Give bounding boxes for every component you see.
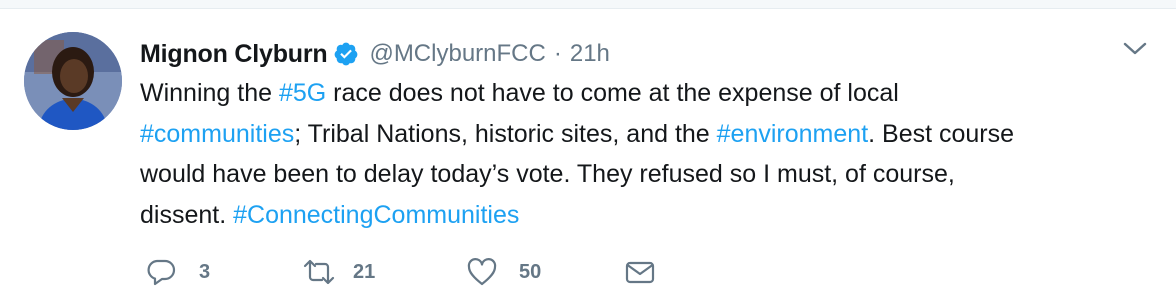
hashtag-link[interactable]: #5G bbox=[279, 79, 326, 107]
envelope-icon bbox=[624, 257, 656, 287]
avatar[interactable] bbox=[24, 32, 122, 130]
retweet-button[interactable]: 21 bbox=[301, 257, 375, 287]
separator-dot: · bbox=[553, 40, 562, 67]
text-fragment: would have been to delay today’s vote. T… bbox=[140, 160, 955, 188]
hashtag-link[interactable]: #communities bbox=[140, 120, 294, 148]
tweet-text-line: dissent. #ConnectingCommunities bbox=[140, 195, 1140, 236]
tweet-text-line: #communities; Tribal Nations, historic s… bbox=[140, 114, 1140, 155]
reply-button[interactable]: 3 bbox=[145, 257, 210, 287]
retweet-icon bbox=[301, 257, 337, 287]
reply-icon bbox=[145, 257, 177, 287]
text-fragment: dissent. bbox=[140, 200, 234, 229]
text-fragment: ; Tribal Nations, historic sites, and th… bbox=[294, 119, 717, 148]
retweet-count: 21 bbox=[353, 260, 376, 283]
reply-count: 3 bbox=[199, 260, 211, 283]
author-name[interactable]: Mignon Clyburn bbox=[140, 40, 328, 69]
author-handle[interactable]: @MClyburnFCC bbox=[369, 40, 545, 68]
verified-badge-icon bbox=[333, 41, 359, 67]
timeline-divider bbox=[0, 0, 1176, 9]
tweet-header: Mignon Clyburn @MClyburnFCC · 21h bbox=[140, 36, 610, 72]
text-fragment: race does not have to come at the expens… bbox=[326, 79, 899, 107]
text-fragment: Winning the bbox=[140, 79, 279, 107]
heart-icon bbox=[466, 257, 498, 287]
like-count: 50 bbox=[519, 260, 542, 283]
chevron-down-icon[interactable] bbox=[1121, 39, 1149, 59]
hashtag-link[interactable]: #environment bbox=[717, 120, 868, 148]
text-fragment: . Best course bbox=[868, 119, 1015, 148]
hashtag-link[interactable]: #ConnectingCommunities bbox=[233, 201, 519, 229]
tweet-card[interactable]: Mignon Clyburn @MClyburnFCC · 21h Winnin… bbox=[0, 9, 1176, 300]
tweet-text-line: Winning the #5G race does not have to co… bbox=[140, 73, 1140, 114]
direct-message-button[interactable] bbox=[624, 257, 656, 287]
tweet-text: Winning the #5G race does not have to co… bbox=[140, 73, 1140, 235]
tweet-text-line: would have been to delay today’s vote. T… bbox=[140, 154, 1140, 195]
timestamp[interactable]: 21h bbox=[570, 40, 610, 68]
like-button[interactable]: 50 bbox=[466, 257, 541, 287]
